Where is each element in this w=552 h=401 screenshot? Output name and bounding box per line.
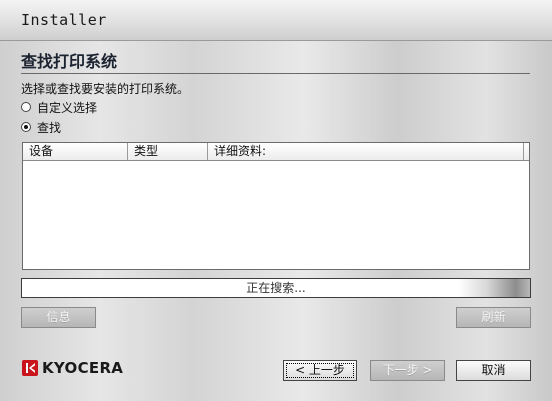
page-heading: 查找打印系统 [21,52,118,71]
info-button[interactable]: 信息 [21,307,96,328]
column-header-type[interactable]: 类型 [128,143,208,160]
cancel-button[interactable]: 取消 [456,360,531,381]
refresh-button[interactable]: 刷新 [456,307,531,328]
next-button[interactable]: 下一步 > [370,360,445,381]
device-list-header: 设备 类型 详细资料: [23,143,529,161]
kyocera-logo-mark-icon [22,360,38,376]
radio-custom-select-label: 自定义选择 [37,100,98,115]
radio-search[interactable]: 查找 [21,119,61,135]
instruction-text: 选择或查找要安装的打印系统。 [21,82,190,96]
progress-status-text: 正在搜索... [246,281,306,295]
radio-button-checked-icon[interactable] [21,122,31,132]
search-progress-bar: 正在搜索... [21,278,531,298]
device-list[interactable]: 设备 类型 详细资料: [22,142,530,270]
title-bar: Installer [0,0,552,41]
radio-button-icon[interactable] [21,102,31,112]
kyocera-logo: KYOCERA [22,359,123,377]
heading-divider [21,73,530,74]
window-title: Installer [21,11,107,29]
kyocera-logo-text: KYOCERA [42,359,124,377]
radio-custom-select[interactable]: 自定义选择 [21,99,97,115]
back-button[interactable]: < 上一步 [283,360,357,381]
radio-search-label: 查找 [37,120,62,135]
column-header-device[interactable]: 设备 [23,143,128,160]
column-header-details[interactable]: 详细资料: [208,143,524,160]
